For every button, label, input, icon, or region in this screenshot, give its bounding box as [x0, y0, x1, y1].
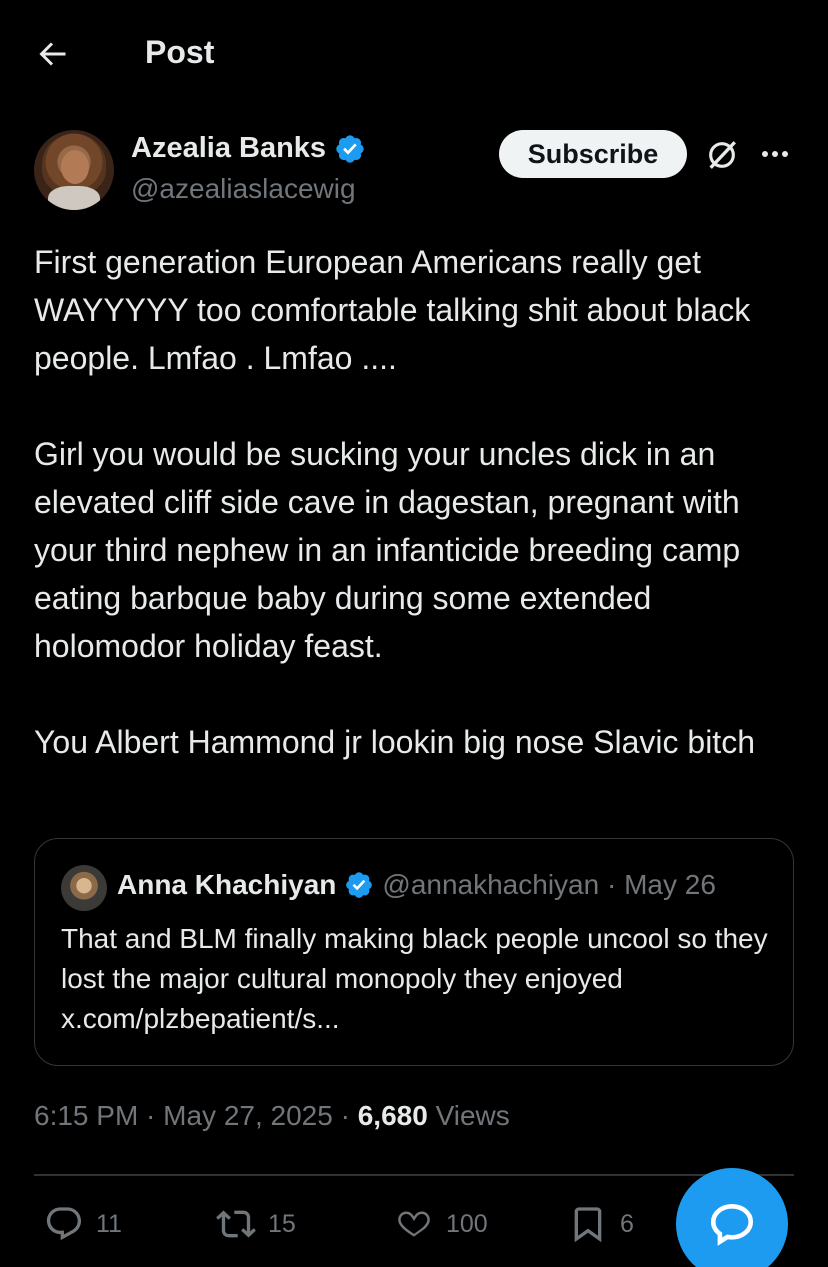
time-date: 6:15 PM · May 27, 2025 ·	[34, 1100, 358, 1131]
views-count: 6,680	[357, 1100, 428, 1131]
views-label: Views	[427, 1100, 510, 1131]
repost-button[interactable]: 15	[216, 1196, 296, 1252]
reply-button[interactable]: 11	[44, 1196, 122, 1252]
quote-author-name: Anna Khachiyan	[117, 869, 337, 900]
grok-icon[interactable]	[705, 138, 739, 172]
quote-avatar[interactable]	[61, 865, 107, 911]
author-avatar[interactable]	[34, 130, 114, 210]
author-name-row[interactable]: Azealia Banks	[131, 132, 366, 165]
quote-handle-date: @annakhachiyan · May 26	[382, 869, 716, 900]
like-count: 100	[446, 1209, 488, 1238]
arrow-left-icon[interactable]	[34, 36, 70, 72]
repost-icon	[216, 1210, 256, 1238]
author-handle[interactable]: @azealiaslacewig	[131, 173, 356, 205]
compose-reply-button[interactable]	[676, 1168, 788, 1267]
more-icon[interactable]	[760, 143, 790, 165]
top-bar: Post	[0, 0, 828, 104]
reply-count: 11	[96, 1209, 122, 1238]
like-button[interactable]: 100	[394, 1196, 488, 1252]
author-name[interactable]: Azealia Banks	[131, 132, 326, 165]
verified-badge-icon	[346, 872, 373, 898]
bookmark-count: 6	[620, 1209, 634, 1238]
quote-body: That and BLM finally making black people…	[61, 923, 768, 1034]
reply-icon	[46, 1207, 82, 1241]
page-title: Post	[145, 34, 215, 70]
tweet-timestamp: 6:15 PM · May 27, 2025 · 6,680 Views	[34, 1100, 510, 1132]
repost-count: 15	[268, 1209, 296, 1238]
divider	[34, 1174, 794, 1176]
chat-bubble-icon	[710, 1203, 754, 1246]
heart-icon	[398, 1211, 430, 1237]
verified-badge-icon	[336, 134, 364, 163]
quote-header: Anna Khachiyan @annakhachiyan · May 26	[117, 869, 716, 901]
tweet-body: First generation European Americans real…	[34, 244, 755, 760]
subscribe-button[interactable]: Subscribe	[499, 130, 687, 178]
bookmark-button[interactable]: 6	[568, 1196, 634, 1252]
bookmark-icon	[574, 1207, 602, 1243]
quoted-tweet[interactable]: Anna Khachiyan @annakhachiyan · May 26 T…	[34, 838, 794, 1066]
